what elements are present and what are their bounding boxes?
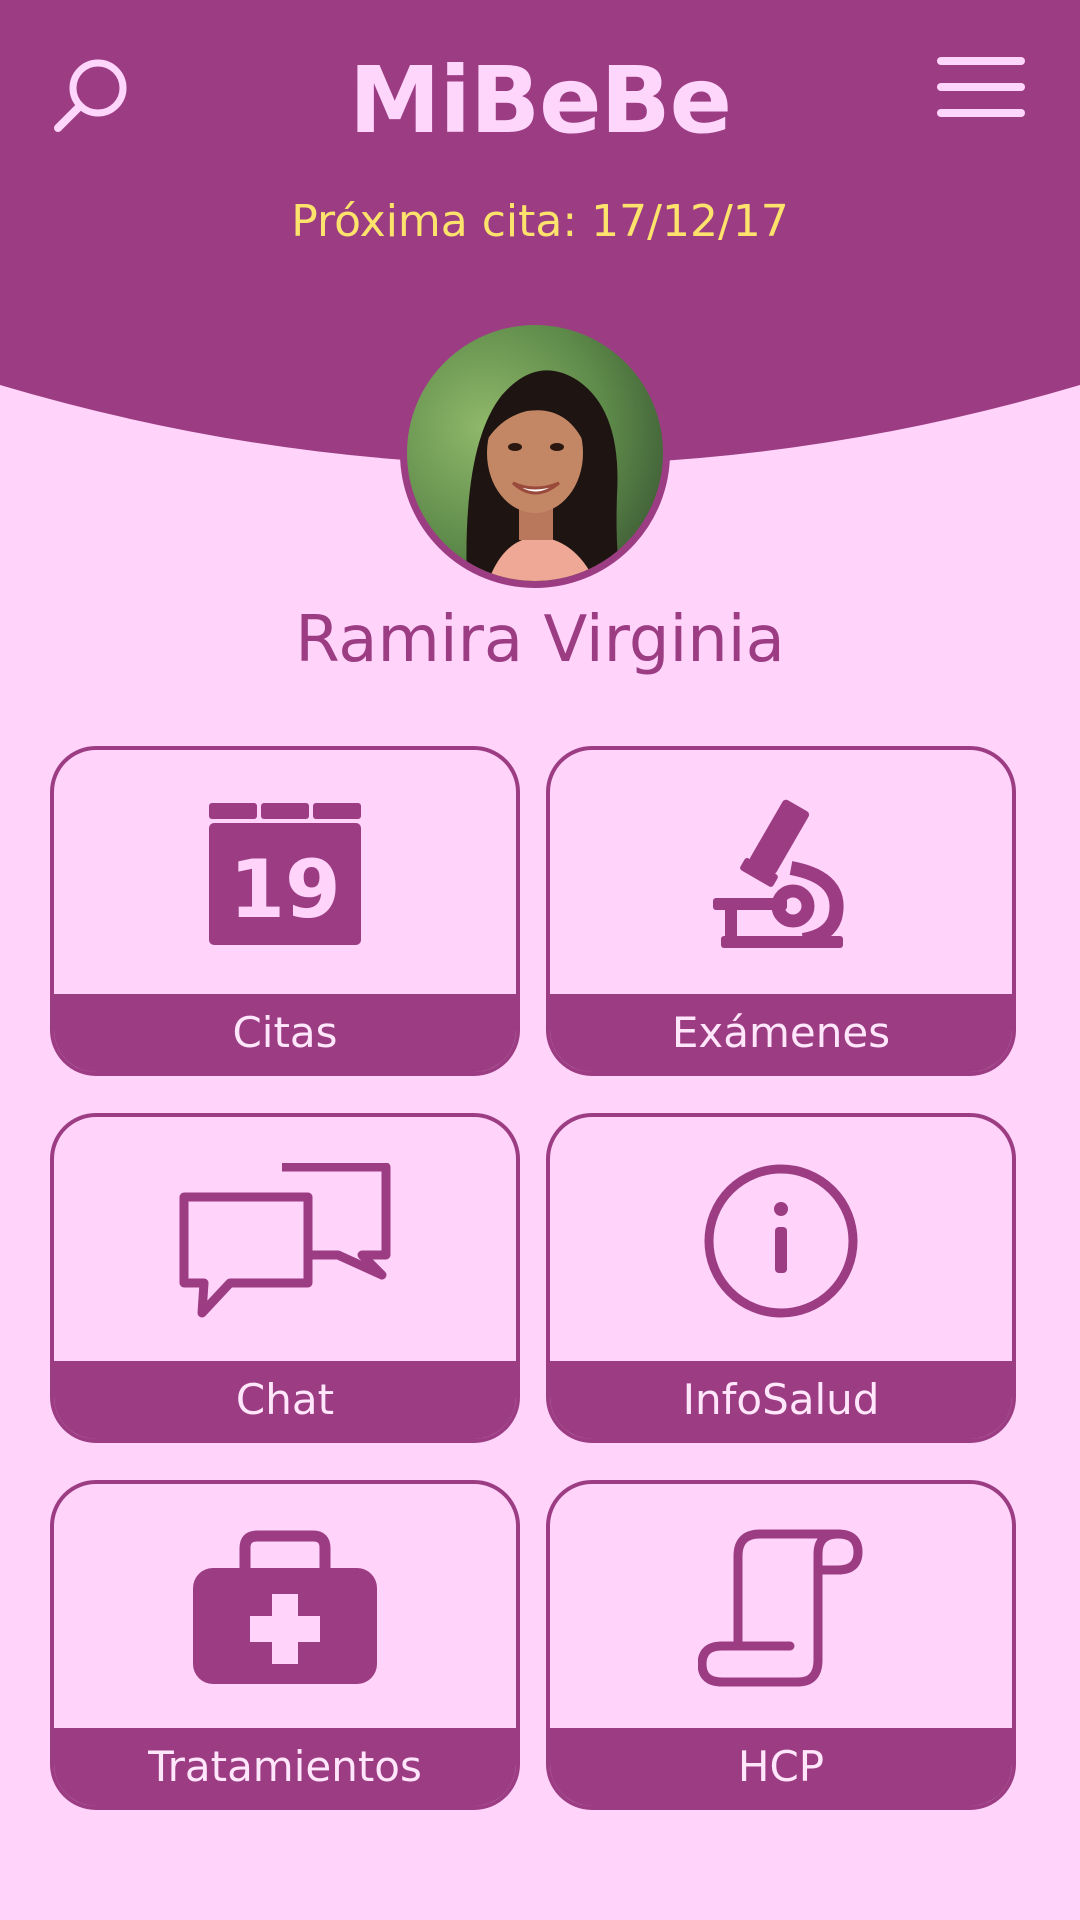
hamburger-menu-icon xyxy=(937,57,1025,117)
tile-tratamientos[interactable]: Tratamientos xyxy=(50,1480,520,1810)
tile-hcp[interactable]: HCP xyxy=(546,1480,1016,1810)
first-aid-kit-icon xyxy=(193,1530,377,1684)
avatar[interactable] xyxy=(400,318,670,588)
tile-label: Chat xyxy=(54,1361,516,1439)
microscope-icon xyxy=(713,799,844,948)
info-icon xyxy=(704,1164,858,1318)
profile-photo xyxy=(407,325,663,581)
scroll-icon xyxy=(698,1529,863,1687)
tile-chat[interactable]: Chat xyxy=(50,1113,520,1443)
calendar-day-number: 19 xyxy=(229,843,340,936)
calendar-icon: 19 xyxy=(209,803,361,945)
tile-infosalud[interactable]: InfoSalud xyxy=(546,1113,1016,1443)
menu-button[interactable] xyxy=(935,54,1027,120)
chat-bubbles-icon xyxy=(179,1163,391,1318)
next-appointment-text: Próxima cita: 17/12/17 xyxy=(291,196,789,247)
tile-label: Tratamientos xyxy=(54,1728,516,1806)
user-name: Ramira Virginia xyxy=(295,603,785,677)
tile-label: HCP xyxy=(550,1728,1012,1806)
tile-label: InfoSalud xyxy=(550,1361,1012,1439)
tile-label: Citas xyxy=(54,994,516,1072)
tile-examenes[interactable]: Exámenes xyxy=(546,746,1016,1076)
app-title: MiBeBe xyxy=(348,47,732,154)
tile-citas[interactable]: 19 Citas xyxy=(50,746,520,1076)
tile-label: Exámenes xyxy=(550,994,1012,1072)
